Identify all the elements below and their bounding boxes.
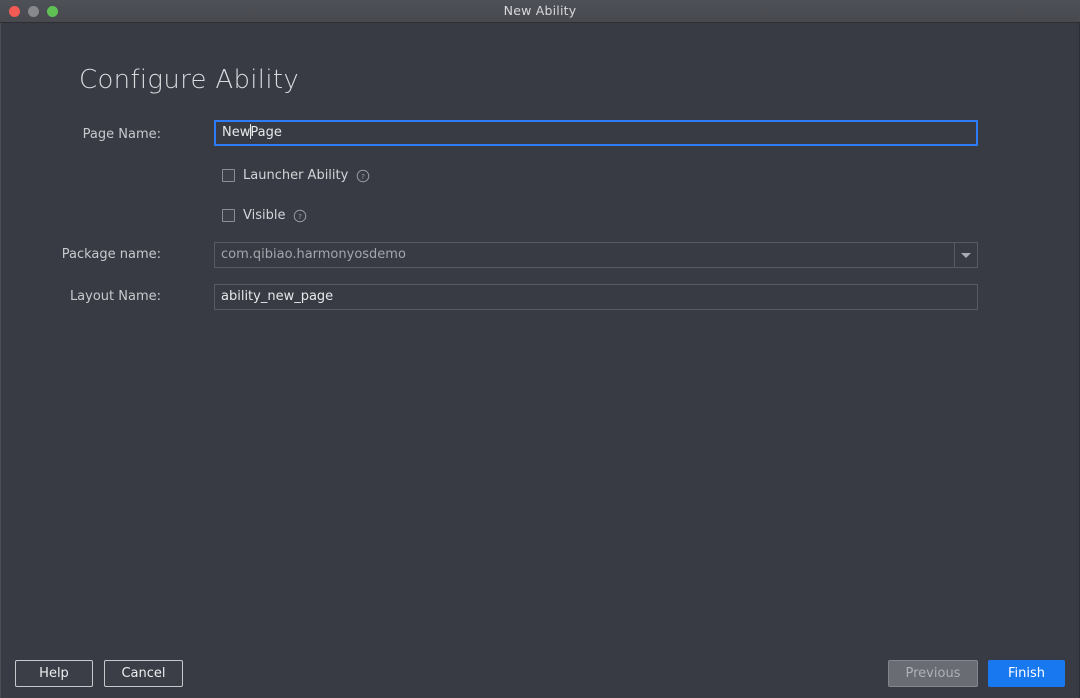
page-name-label: Page Name: xyxy=(82,127,161,142)
chevron-down-icon[interactable] xyxy=(954,243,977,267)
svg-text:?: ? xyxy=(361,171,365,180)
visible-checkbox[interactable] xyxy=(222,209,235,222)
page-name-value-before-caret: New xyxy=(222,125,251,140)
help-button[interactable]: Help xyxy=(15,660,93,687)
visible-row[interactable]: Visible ? xyxy=(222,208,307,223)
dialog-content: Configure Ability Page Name: NewPage Lau… xyxy=(0,23,1080,698)
page-name-input[interactable]: NewPage xyxy=(214,120,978,146)
launcher-ability-row[interactable]: Launcher Ability ? xyxy=(222,168,370,183)
page-title: Configure Ability xyxy=(79,65,300,95)
window-title: New Ability xyxy=(503,3,577,18)
previous-button[interactable]: Previous xyxy=(888,660,978,687)
finish-button[interactable]: Finish xyxy=(988,660,1065,687)
package-name-combobox[interactable]: com.qibiao.harmonyosdemo xyxy=(214,242,978,268)
question-circle-icon[interactable]: ? xyxy=(293,209,307,223)
package-name-value: com.qibiao.harmonyosdemo xyxy=(221,247,406,262)
window-titlebar: New Ability xyxy=(0,0,1080,23)
package-name-label: Package name: xyxy=(61,247,161,262)
visible-label: Visible xyxy=(243,208,286,223)
new-ability-dialog: New Ability Configure Ability Page Name:… xyxy=(0,0,1080,698)
page-name-value-after-caret: Page xyxy=(250,125,282,140)
layout-name-input[interactable]: ability_new_page xyxy=(214,284,978,310)
cancel-button[interactable]: Cancel xyxy=(104,660,183,687)
svg-text:?: ? xyxy=(298,211,302,220)
launcher-ability-label: Launcher Ability xyxy=(243,168,349,183)
layout-name-label: Layout Name: xyxy=(69,289,161,304)
launcher-ability-checkbox[interactable] xyxy=(222,169,235,182)
question-circle-icon[interactable]: ? xyxy=(356,169,370,183)
